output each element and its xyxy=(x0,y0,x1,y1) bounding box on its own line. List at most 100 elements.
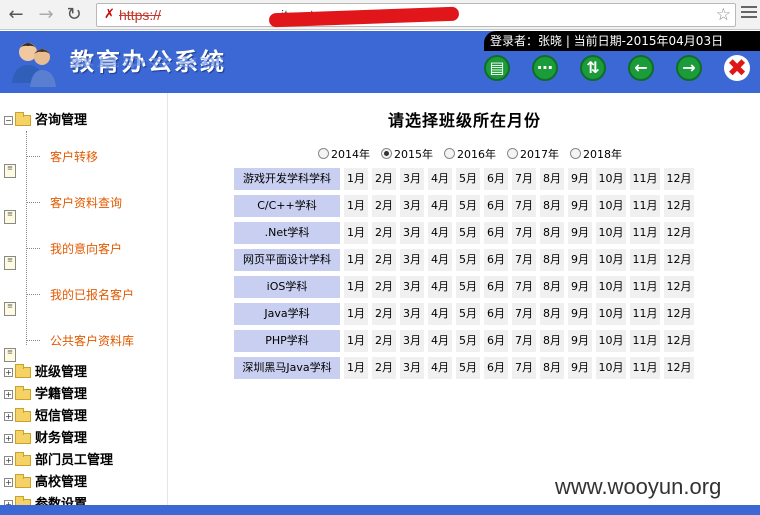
month-link[interactable]: 7月 xyxy=(512,330,536,352)
month-link[interactable]: 2月 xyxy=(372,249,396,271)
month-link[interactable]: 1月 xyxy=(344,249,368,271)
forward-arrow-icon[interactable]: → xyxy=(676,55,702,81)
month-link[interactable]: 10月 xyxy=(596,195,626,217)
month-link[interactable]: 6月 xyxy=(484,168,508,190)
month-link[interactable]: 12月 xyxy=(664,330,694,352)
month-link[interactable]: 9月 xyxy=(568,249,592,271)
month-link[interactable]: 2月 xyxy=(372,330,396,352)
radio-button[interactable] xyxy=(381,148,392,159)
month-link[interactable]: 7月 xyxy=(512,222,536,244)
month-link[interactable]: 5月 xyxy=(456,303,480,325)
sidebar-group-consulting[interactable]: − 咨询管理 xyxy=(4,112,87,130)
month-link[interactable]: 4月 xyxy=(428,303,452,325)
address-bar[interactable]: ✗ https://itcast.cn ☆ xyxy=(96,3,736,28)
month-link[interactable]: 8月 xyxy=(540,303,564,325)
sidebar-group-university[interactable]: + 高校管理 xyxy=(4,474,87,492)
month-link[interactable]: 8月 xyxy=(540,330,564,352)
collapse-icon[interactable]: − xyxy=(4,116,13,125)
expand-icon[interactable]: + xyxy=(4,412,13,421)
month-link[interactable]: 11月 xyxy=(630,222,660,244)
radio-button[interactable] xyxy=(570,148,581,159)
expand-icon[interactable]: + xyxy=(4,368,13,377)
year-option[interactable]: 2016年 xyxy=(444,146,496,162)
month-link[interactable]: 2月 xyxy=(372,168,396,190)
month-link[interactable]: 4月 xyxy=(428,330,452,352)
month-link[interactable]: 9月 xyxy=(568,330,592,352)
month-link[interactable]: 3月 xyxy=(400,330,424,352)
sidebar-group-student-records[interactable]: + 学籍管理 xyxy=(4,386,87,404)
month-link[interactable]: 4月 xyxy=(428,195,452,217)
refresh-icon[interactable]: ⇅ xyxy=(580,55,606,81)
month-link[interactable]: 5月 xyxy=(456,276,480,298)
forward-icon[interactable]: → xyxy=(36,5,56,25)
month-link[interactable]: 12月 xyxy=(664,168,694,190)
month-link[interactable]: 12月 xyxy=(664,195,694,217)
month-link[interactable]: 12月 xyxy=(664,303,694,325)
month-link[interactable]: 3月 xyxy=(400,303,424,325)
month-link[interactable]: 1月 xyxy=(344,222,368,244)
month-link[interactable]: 4月 xyxy=(428,222,452,244)
month-link[interactable]: 4月 xyxy=(428,357,452,379)
sidebar-item-customer-transfer[interactable]: 客户转移 xyxy=(50,148,98,165)
expand-icon[interactable]: + xyxy=(4,390,13,399)
month-link[interactable]: 9月 xyxy=(568,222,592,244)
month-link[interactable]: 10月 xyxy=(596,330,626,352)
month-link[interactable]: 10月 xyxy=(596,249,626,271)
month-link[interactable]: 3月 xyxy=(400,222,424,244)
month-link[interactable]: 2月 xyxy=(372,222,396,244)
month-link[interactable]: 7月 xyxy=(512,168,536,190)
sidebar-group-staff[interactable]: + 部门员工管理 xyxy=(4,452,113,470)
month-link[interactable]: 8月 xyxy=(540,276,564,298)
sidebar-group-sms[interactable]: + 短信管理 xyxy=(4,408,87,426)
month-link[interactable]: 2月 xyxy=(372,195,396,217)
radio-button[interactable] xyxy=(318,148,329,159)
bookmark-star-icon[interactable]: ☆ xyxy=(716,5,731,25)
sidebar-group-class[interactable]: + 班级管理 xyxy=(4,364,87,382)
month-link[interactable]: 8月 xyxy=(540,249,564,271)
month-link[interactable]: 7月 xyxy=(512,357,536,379)
month-link[interactable]: 12月 xyxy=(664,222,694,244)
month-link[interactable]: 6月 xyxy=(484,249,508,271)
month-link[interactable]: 12月 xyxy=(664,276,694,298)
month-link[interactable]: 5月 xyxy=(456,357,480,379)
month-link[interactable]: 11月 xyxy=(630,195,660,217)
month-link[interactable]: 3月 xyxy=(400,249,424,271)
month-link[interactable]: 2月 xyxy=(372,276,396,298)
month-link[interactable]: 12月 xyxy=(664,357,694,379)
message-icon[interactable]: ⋯ xyxy=(532,55,558,81)
month-link[interactable]: 1月 xyxy=(344,303,368,325)
month-link[interactable]: 2月 xyxy=(372,357,396,379)
month-link[interactable]: 3月 xyxy=(400,357,424,379)
month-link[interactable]: 5月 xyxy=(456,195,480,217)
month-link[interactable]: 9月 xyxy=(568,303,592,325)
sidebar-item-my-enrolled-customers[interactable]: 我的已报名客户 xyxy=(50,286,134,303)
month-link[interactable]: 11月 xyxy=(630,249,660,271)
month-link[interactable]: 5月 xyxy=(456,249,480,271)
expand-icon[interactable]: + xyxy=(4,456,13,465)
back-arrow-icon[interactable]: ← xyxy=(628,55,654,81)
year-option[interactable]: 2018年 xyxy=(570,146,622,162)
month-link[interactable]: 10月 xyxy=(596,276,626,298)
radio-button[interactable] xyxy=(444,148,455,159)
month-link[interactable]: 6月 xyxy=(484,222,508,244)
month-link[interactable]: 8月 xyxy=(540,357,564,379)
month-link[interactable]: 10月 xyxy=(596,303,626,325)
expand-icon[interactable]: + xyxy=(4,478,13,487)
month-link[interactable]: 8月 xyxy=(540,195,564,217)
month-link[interactable]: 11月 xyxy=(630,276,660,298)
month-link[interactable]: 7月 xyxy=(512,195,536,217)
month-link[interactable]: 1月 xyxy=(344,195,368,217)
month-link[interactable]: 7月 xyxy=(512,303,536,325)
month-link[interactable]: 10月 xyxy=(596,222,626,244)
year-option[interactable]: 2015年 xyxy=(381,146,433,162)
reload-icon[interactable]: ↻ xyxy=(64,5,84,25)
month-link[interactable]: 5月 xyxy=(456,168,480,190)
month-link[interactable]: 3月 xyxy=(400,195,424,217)
month-link[interactable]: 10月 xyxy=(596,168,626,190)
month-link[interactable]: 7月 xyxy=(512,276,536,298)
month-link[interactable]: 4月 xyxy=(428,249,452,271)
month-link[interactable]: 6月 xyxy=(484,195,508,217)
month-link[interactable]: 3月 xyxy=(400,168,424,190)
window-icon[interactable]: ▤ xyxy=(484,55,510,81)
month-link[interactable]: 6月 xyxy=(484,276,508,298)
